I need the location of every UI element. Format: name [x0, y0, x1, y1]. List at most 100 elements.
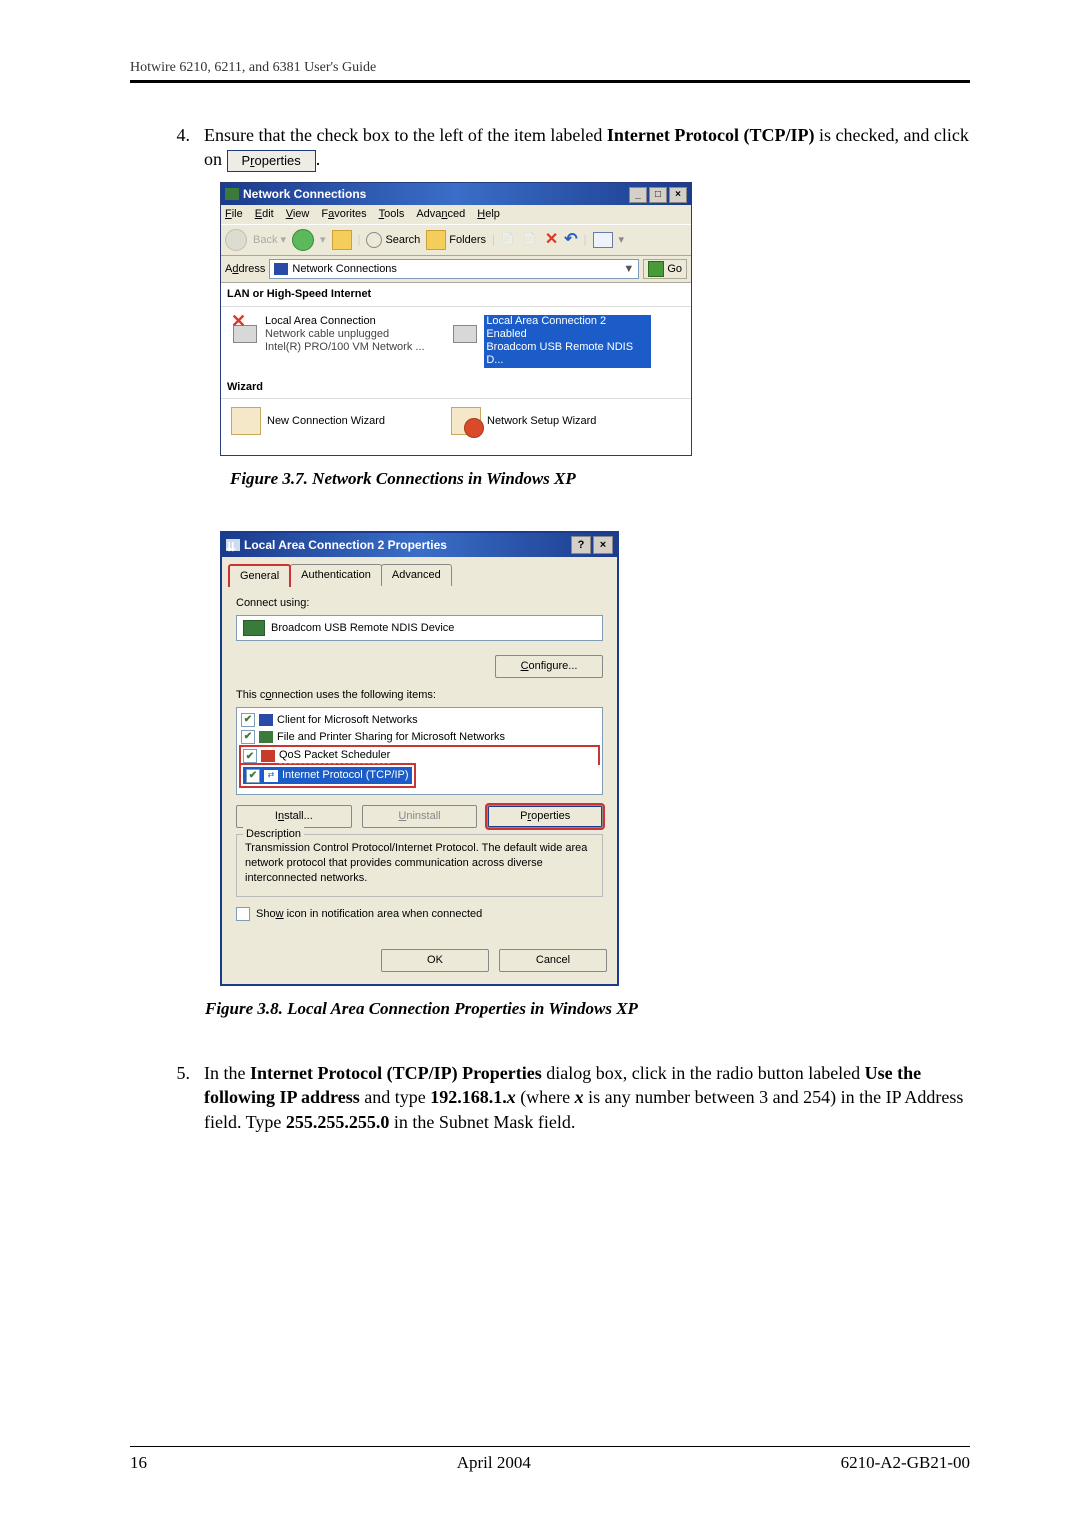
checkbox-icon[interactable]: ✔: [241, 713, 255, 727]
menu-help[interactable]: Help: [477, 207, 500, 222]
nic-icon: [243, 620, 265, 636]
t: P: [242, 153, 251, 168]
text: Ensure that the check box to the left of…: [204, 125, 607, 145]
wizard-label: New Connection Wizard: [267, 414, 385, 429]
views-button[interactable]: [593, 232, 613, 248]
list-item-tcpip[interactable]: ✔⇄Internet Protocol (TCP/IP): [243, 767, 412, 784]
step-5: 5. In the Internet Protocol (TCP/IP) Pro…: [170, 1061, 970, 1134]
t: nnection uses the following items:: [271, 689, 435, 701]
search-button[interactable]: Search: [366, 232, 420, 248]
close-button[interactable]: ×: [593, 536, 613, 554]
network-connections-window: Network Connections _□× File Edit View F…: [220, 182, 692, 456]
wizard-icon: [451, 407, 481, 435]
copy-to-icon[interactable]: 📄: [523, 232, 539, 248]
go-button[interactable]: Go: [643, 259, 687, 279]
t: ools: [384, 208, 404, 220]
list-item[interactable]: ✔QoS Packet Scheduler: [243, 747, 596, 765]
local-area-connection-1[interactable]: ✕ Local Area Connection Network cable un…: [231, 315, 431, 368]
t: ced: [448, 208, 466, 220]
connection-icon: ✕: [231, 315, 259, 343]
back-label: Back ▾: [253, 233, 286, 248]
delete-button[interactable]: ✕: [545, 229, 558, 251]
t: In the: [204, 1063, 250, 1083]
menu-favorites[interactable]: Favorites: [321, 207, 366, 222]
t: Folders: [449, 233, 486, 248]
t: stall...: [284, 810, 313, 822]
close-button[interactable]: ×: [669, 187, 687, 203]
properties-button[interactable]: Properties: [487, 805, 603, 828]
address-field[interactable]: Network Connections ▼: [269, 259, 639, 279]
b: 192.168.1.: [430, 1087, 507, 1107]
configure-button[interactable]: Configure...: [495, 655, 603, 678]
section-lan: LAN or High-Speed Internet: [221, 283, 691, 307]
error-x-icon: ✕: [231, 315, 246, 327]
client-icon: [259, 714, 273, 726]
show-icon-checkbox[interactable]: Show icon in notification area when conn…: [236, 907, 603, 922]
item-label: Client for Microsoft Networks: [277, 713, 418, 728]
dialog-title: Local Area Connection 2 Properties: [244, 537, 447, 553]
forward-button[interactable]: [292, 229, 314, 251]
step-number: 5.: [170, 1061, 190, 1134]
uses-label: This connection uses the following items…: [236, 688, 603, 703]
p: Adva: [416, 208, 441, 220]
menu-tools[interactable]: Tools: [379, 207, 405, 222]
ok-button[interactable]: OK: [381, 949, 489, 972]
local-area-connection-2[interactable]: Local Area Connection 2 Enabled Broadcom…: [451, 315, 651, 368]
minimize-button[interactable]: _: [629, 187, 647, 203]
window-title: Network Connections: [243, 186, 366, 202]
cancel-button[interactable]: Cancel: [499, 949, 607, 972]
folder-icon: [426, 230, 446, 250]
dialog-titlebar: ⇊ Local Area Connection 2 Properties ?×: [222, 533, 617, 557]
toolbar: Back ▾ ▾ | Search Folders | 📄 📄 ✕ ↶ | ▾: [221, 224, 691, 256]
window-icon: [225, 188, 239, 200]
list-item[interactable]: ✔ Client for Microsoft Networks: [241, 712, 598, 729]
page-footer: 16 April 2004 6210-A2-GB21-00: [130, 1446, 970, 1473]
help-button[interactable]: ?: [571, 536, 591, 554]
maximize-button[interactable]: □: [649, 187, 667, 203]
menu-advanced[interactable]: Advanced: [416, 207, 465, 222]
globe-icon: [464, 418, 484, 438]
bi: x: [507, 1087, 516, 1107]
go-arrow-icon: [648, 261, 664, 277]
item-label: File and Printer Sharing for Microsoft N…: [277, 730, 505, 745]
checkbox-icon[interactable]: ✔: [243, 749, 257, 763]
conn-status: Enabled: [484, 328, 651, 341]
p: Sho: [256, 908, 276, 920]
menu-edit[interactable]: Edit: [255, 207, 274, 222]
tab-authentication[interactable]: Authentication: [290, 564, 382, 586]
menu-file[interactable]: File: [225, 207, 243, 222]
tab-advanced[interactable]: Advanced: [381, 564, 452, 586]
properties-button-img: Properties: [227, 150, 316, 172]
checkbox-icon[interactable]: [236, 907, 250, 921]
uninstall-button[interactable]: Uninstall: [362, 805, 478, 828]
conn-name: Local Area Connection: [265, 315, 425, 328]
u: n: [441, 208, 447, 220]
adapter-field: Broadcom USB Remote NDIS Device: [236, 615, 603, 641]
tab-general[interactable]: General: [228, 564, 291, 587]
t: operties: [255, 153, 301, 168]
section-wizard: Wizard: [221, 376, 691, 400]
t: dit: [262, 208, 274, 220]
undo-button[interactable]: ↶: [564, 229, 577, 251]
up-button[interactable]: [332, 230, 352, 250]
description-group: Description Transmission Control Protoco…: [236, 834, 603, 897]
t: Search: [385, 233, 420, 248]
text: .: [316, 149, 321, 169]
checkbox-icon[interactable]: ✔: [246, 769, 260, 783]
service-icon: [259, 731, 273, 743]
address-value: Network Connections: [292, 262, 397, 277]
t: in the Subnet Mask field.: [389, 1112, 575, 1132]
move-to-icon[interactable]: 📄: [501, 232, 517, 248]
conn-device: Intel(R) PRO/100 VM Network ...: [265, 341, 425, 354]
checkbox-icon[interactable]: ✔: [241, 730, 255, 744]
components-listbox[interactable]: ✔ Client for Microsoft Networks ✔ File and…: [236, 707, 603, 795]
group-title: Description: [243, 827, 304, 842]
install-button[interactable]: Install...: [236, 805, 352, 828]
menu-view[interactable]: View: [286, 207, 310, 222]
folders-button[interactable]: Folders: [426, 230, 486, 250]
back-button[interactable]: [225, 229, 247, 251]
new-connection-wizard[interactable]: New Connection Wizard: [231, 407, 431, 435]
b: Internet Protocol (TCP/IP) Properties: [250, 1063, 542, 1083]
list-item[interactable]: ✔ File and Printer Sharing for Microsoft …: [241, 729, 598, 746]
network-setup-wizard[interactable]: Network Setup Wizard: [451, 407, 651, 435]
